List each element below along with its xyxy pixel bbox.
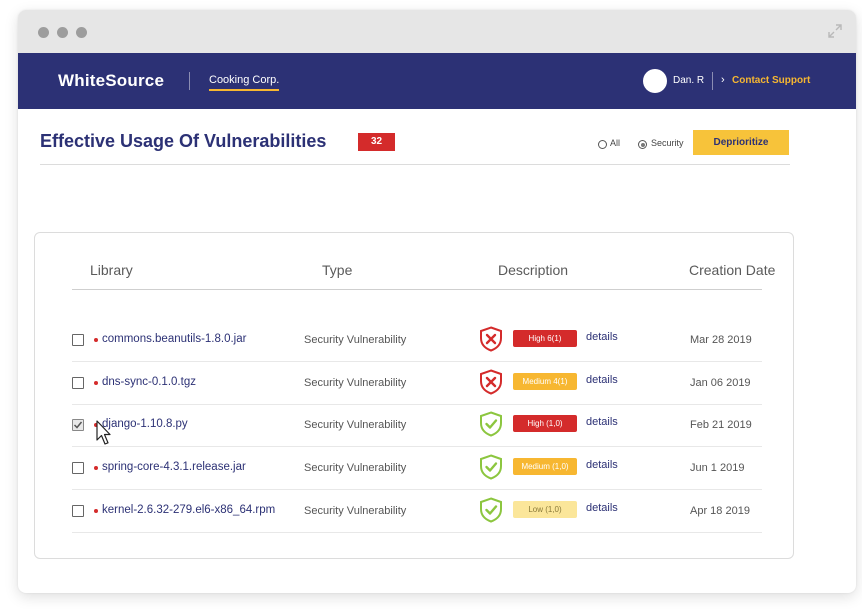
details-link[interactable]: details — [586, 416, 618, 428]
creation-date: Jun 1 2019 — [690, 462, 745, 474]
library-name-link[interactable]: spring-core-4.3.1.release.jar — [102, 461, 246, 473]
risk-bullet-icon — [94, 338, 98, 342]
table-header-divider — [72, 289, 762, 290]
library-name-link[interactable]: dns-sync-0.1.0.tgz — [102, 376, 196, 388]
details-link[interactable]: details — [586, 459, 618, 471]
vulnerability-type: Security Vulnerability — [304, 462, 407, 474]
divider — [40, 164, 790, 165]
nav-divider — [712, 72, 713, 90]
creation-date: Mar 28 2019 — [690, 334, 752, 346]
severity-badge: Low (1,0) — [513, 501, 577, 518]
severity-badge: Medium 4(1) — [513, 373, 577, 390]
risk-bullet-icon — [94, 466, 98, 470]
row-checkbox[interactable] — [72, 377, 84, 389]
row-divider — [72, 361, 762, 362]
details-link[interactable]: details — [586, 374, 618, 386]
column-header-type[interactable]: Type — [322, 262, 352, 278]
mouse-cursor-icon — [96, 420, 111, 445]
row-checkbox[interactable] — [72, 334, 84, 346]
library-name-link[interactable]: django-1.10.8.py — [102, 418, 188, 430]
risk-bullet-icon — [94, 381, 98, 385]
top-navbar: WhiteSource Cooking Corp. Dan. R › Conta… — [18, 53, 856, 109]
row-checkbox[interactable] — [72, 419, 84, 431]
shield-x-icon — [480, 369, 502, 395]
brand-logo[interactable]: WhiteSource — [58, 71, 164, 91]
page-title: Effective Usage Of Vulnerabilities — [40, 131, 327, 151]
avatar[interactable] — [643, 69, 667, 93]
window-maximize-dot[interactable] — [76, 27, 87, 38]
library-name-link[interactable]: kernel-2.6.32-279.el6-x86_64.rpm — [102, 504, 275, 516]
severity-badge: High 6(1) — [513, 330, 577, 347]
deprioritize-button[interactable]: Deprioritize — [693, 130, 789, 155]
user-name[interactable]: Dan. R — [673, 75, 704, 86]
details-link[interactable]: details — [586, 331, 618, 343]
filter-security-label[interactable]: Security — [651, 138, 684, 148]
vulnerability-type: Security Vulnerability — [304, 334, 407, 346]
details-link[interactable]: details — [586, 502, 618, 514]
risk-bullet-icon — [94, 509, 98, 513]
expand-icon[interactable] — [828, 24, 842, 38]
nav-divider — [189, 72, 190, 90]
shield-x-icon — [480, 326, 502, 352]
filter-all-radio[interactable] — [598, 140, 607, 149]
org-selector[interactable]: Cooking Corp. — [209, 74, 280, 91]
library-name-link[interactable]: commons.beanutils-1.8.0.jar — [102, 333, 246, 345]
window-minimize-dot[interactable] — [57, 27, 68, 38]
shield-check-icon — [480, 411, 502, 437]
table-row[interactable]: commons.beanutils-1.8.0.jar Security Vuln… — [72, 320, 762, 362]
row-divider — [72, 532, 762, 533]
window-titlebar — [18, 10, 856, 53]
column-header-creation-date[interactable]: Creation Date — [689, 262, 775, 278]
column-header-library[interactable]: Library — [90, 262, 133, 278]
row-divider — [72, 446, 762, 447]
chevron-right-icon: › — [721, 74, 725, 86]
table-row[interactable]: spring-core-4.3.1.release.jar Security Vu… — [72, 448, 762, 490]
column-header-description[interactable]: Description — [498, 262, 568, 278]
table-row[interactable]: dns-sync-0.1.0.tgz Security Vulnerability… — [72, 363, 762, 405]
row-checkbox[interactable] — [72, 505, 84, 517]
shield-check-icon — [480, 454, 502, 480]
vulnerability-type: Security Vulnerability — [304, 505, 407, 517]
creation-date: Jan 06 2019 — [690, 377, 751, 389]
creation-date: Feb 21 2019 — [690, 419, 752, 431]
shield-check-icon — [480, 497, 502, 523]
table-row[interactable]: kernel-2.6.32-279.el6-x86_64.rpm Security… — [72, 491, 762, 533]
filter-all-label[interactable]: All — [610, 138, 620, 148]
table-row[interactable]: django-1.10.8.py Security Vulnerability Hi… — [72, 405, 762, 447]
row-divider — [72, 489, 762, 490]
vulnerability-type: Security Vulnerability — [304, 377, 407, 389]
filter-security-radio[interactable] — [638, 140, 647, 149]
window-close-dot[interactable] — [38, 27, 49, 38]
creation-date: Apr 18 2019 — [690, 505, 750, 517]
contact-support-link[interactable]: Contact Support — [732, 75, 810, 86]
severity-badge: High (1,0) — [513, 415, 577, 432]
severity-badge: Medium (1,0) — [513, 458, 577, 475]
vulnerability-type: Security Vulnerability — [304, 419, 407, 431]
vulnerability-count-badge: 32 — [358, 133, 395, 151]
row-checkbox[interactable] — [72, 462, 84, 474]
